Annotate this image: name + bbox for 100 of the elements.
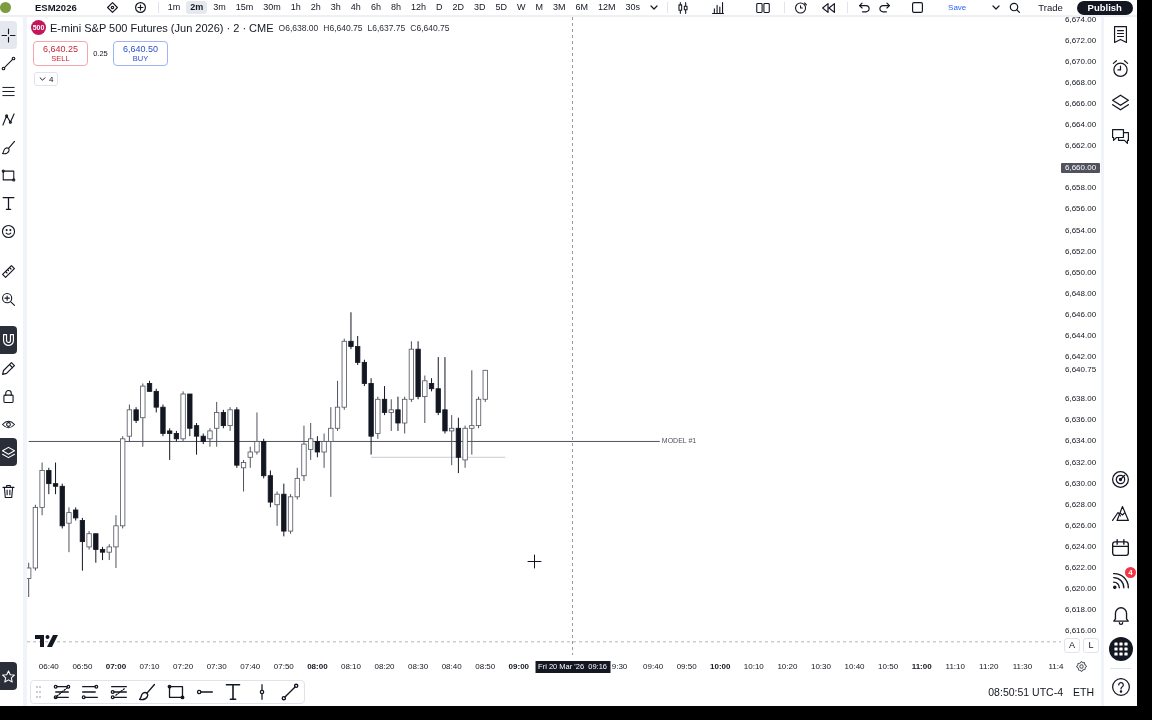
timeframe-tab[interactable]: 6h bbox=[366, 1, 385, 14]
list-icon[interactable] bbox=[1112, 25, 1129, 43]
ohlc-value: H6,640.75 bbox=[323, 22, 363, 33]
zoom-in-icon[interactable] bbox=[2, 292, 15, 306]
text-tool-icon[interactable] bbox=[225, 684, 242, 700]
logo-icon bbox=[35, 635, 58, 647]
brush-icon[interactable] bbox=[2, 140, 15, 154]
help-icon[interactable] bbox=[1111, 678, 1130, 696]
trend-line-icon[interactable] bbox=[2, 56, 15, 70]
candles-icon[interactable] bbox=[678, 1, 689, 14]
apps-grid-icon[interactable] bbox=[1108, 637, 1133, 661]
layers-button[interactable] bbox=[0, 438, 17, 466]
price-label: 6,664.00 bbox=[1065, 120, 1097, 131]
timeframe-tab[interactable]: 6M bbox=[571, 1, 592, 14]
bell-icon[interactable] bbox=[1111, 606, 1130, 624]
time-label: 08:40 bbox=[441, 662, 462, 672]
settings-icon[interactable] bbox=[1075, 661, 1087, 672]
timeframe-tab[interactable]: 4h bbox=[346, 1, 365, 14]
price-label: 6,622.00 bbox=[1065, 563, 1097, 573]
text-tool-icon[interactable] bbox=[2, 196, 15, 210]
price-label: 6,616.00 bbox=[1065, 626, 1097, 637]
timeframe-tab[interactable]: 1h bbox=[286, 1, 305, 14]
brush-icon[interactable] bbox=[139, 684, 156, 700]
crosshair-button[interactable] bbox=[0, 21, 17, 49]
rewind-icon[interactable] bbox=[822, 2, 836, 13]
two-panels-icon[interactable] bbox=[756, 2, 771, 13]
timeframe-tab[interactable]: 3M bbox=[549, 1, 570, 14]
layers-icon[interactable] bbox=[1112, 93, 1129, 111]
time-label: 08:00 bbox=[307, 662, 328, 672]
time-label: 10:50 bbox=[878, 662, 899, 672]
price-label: 6,644.00 bbox=[1065, 331, 1097, 341]
timeframe-tab[interactable]: 3D bbox=[469, 1, 490, 14]
session-label[interactable]: ETH bbox=[1073, 686, 1094, 698]
scale-toggle[interactable]: A bbox=[1064, 638, 1080, 653]
magnet-icon bbox=[2, 333, 15, 347]
caret-icon[interactable] bbox=[992, 5, 1001, 10]
trade-button[interactable]: Trade bbox=[1034, 1, 1067, 14]
timeframe-tab[interactable]: 12h bbox=[406, 1, 430, 14]
alarm-icon[interactable] bbox=[795, 1, 808, 14]
price-label: 6,658.00 bbox=[1065, 183, 1097, 194]
search-icon[interactable] bbox=[1010, 2, 1021, 13]
crossed-lines-icon[interactable] bbox=[53, 684, 70, 700]
rectangle-icon[interactable] bbox=[167, 684, 184, 700]
timeframe-tab[interactable]: 2D bbox=[448, 1, 468, 14]
star-button[interactable] bbox=[0, 662, 17, 690]
time-label: 07:10 bbox=[139, 662, 160, 672]
crosshair-icon bbox=[2, 28, 15, 42]
time-label: 10:30 bbox=[810, 662, 831, 672]
timeframe-tab[interactable]: 5D bbox=[491, 1, 511, 14]
timeframe-tab[interactable]: 3m bbox=[209, 1, 230, 14]
lock-icon[interactable] bbox=[2, 389, 15, 403]
pencil-icon[interactable] bbox=[2, 361, 15, 375]
caret-icon[interactable] bbox=[650, 5, 659, 10]
save-button[interactable]: Save bbox=[948, 1, 967, 14]
timeframe-tab[interactable]: 15m bbox=[231, 1, 258, 14]
timeframe-tab[interactable]: D bbox=[431, 1, 447, 14]
diamond-icon[interactable] bbox=[106, 2, 118, 13]
timeframe-tab[interactable]: 8h bbox=[386, 1, 405, 14]
square-icon[interactable] bbox=[912, 2, 924, 13]
add-symbol-icon[interactable] bbox=[134, 2, 146, 13]
parallel-lines-icon[interactable] bbox=[82, 684, 99, 700]
horizontal-lines-icon[interactable] bbox=[2, 84, 15, 98]
trash-icon[interactable] bbox=[2, 484, 15, 498]
timeframe-tab[interactable]: W bbox=[513, 1, 530, 14]
timeframe-tab[interactable]: 1m bbox=[163, 1, 185, 14]
target-icon[interactable] bbox=[1112, 470, 1129, 488]
time-label: 08:30 bbox=[408, 662, 429, 672]
symbol-search[interactable]: ESM2026 bbox=[35, 1, 77, 14]
timeframe-tab[interactable]: 30s bbox=[621, 1, 645, 14]
price-label: 6,650.00 bbox=[1065, 267, 1097, 278]
time-label: 11:20 bbox=[979, 662, 999, 672]
signal-icon[interactable] bbox=[1112, 573, 1129, 589]
timeframe-tab[interactable]: M bbox=[531, 1, 547, 14]
chat-icon[interactable] bbox=[1112, 127, 1129, 145]
timeframe-tab[interactable]: 12M bbox=[594, 1, 620, 14]
zigzag-icon[interactable] bbox=[2, 112, 15, 126]
scale-toggle[interactable]: L bbox=[1083, 638, 1099, 653]
avatar[interactable] bbox=[0, 2, 11, 13]
redo-icon[interactable] bbox=[879, 3, 891, 12]
alarm-clock-icon[interactable] bbox=[1112, 59, 1129, 77]
timeframe-tab[interactable]: 2m bbox=[186, 1, 208, 14]
dashed-lines-icon[interactable] bbox=[110, 684, 127, 700]
timeframe-tab[interactable]: 30m bbox=[259, 1, 285, 14]
timeframe-tab[interactable]: 3h bbox=[326, 1, 345, 14]
rectangle-icon[interactable] bbox=[2, 168, 15, 182]
smiley-icon[interactable] bbox=[2, 224, 15, 238]
symbol-title[interactable]: E-mini S&P 500 Futures (Jun 2026) · 2 · CME bbox=[50, 21, 274, 34]
ruler-icon[interactable] bbox=[2, 264, 15, 278]
mountain-icon[interactable] bbox=[1112, 504, 1129, 522]
drag-handle-icon[interactable] bbox=[36, 686, 41, 698]
trend-line-icon[interactable] bbox=[282, 684, 299, 700]
time-label: 08:50 bbox=[475, 662, 496, 672]
bar-chart-icon[interactable] bbox=[712, 1, 725, 14]
timeframe-tab[interactable]: 2h bbox=[306, 1, 325, 14]
publish-button[interactable]: Publish bbox=[1076, 0, 1133, 15]
indicators-toggle[interactable]: 4 bbox=[34, 72, 59, 86]
undo-icon[interactable] bbox=[859, 3, 871, 12]
calendar-icon[interactable] bbox=[1112, 538, 1129, 556]
magnet-button[interactable] bbox=[0, 326, 17, 354]
time-label: 11:30 bbox=[1012, 662, 1033, 672]
